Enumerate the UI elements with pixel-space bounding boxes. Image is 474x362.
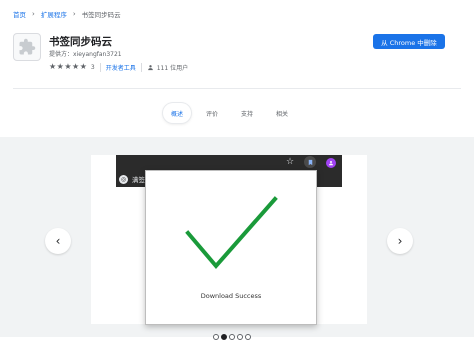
user-icon [147,64,154,71]
extension-icon [304,156,316,168]
user-count: 111 位用户 [156,64,189,72]
extension-title: 书签同步码云 [49,36,112,48]
tab-overview[interactable]: 概述 [163,103,191,123]
bookmark-star-icon: ☆ [286,157,295,167]
tab-support[interactable]: 支持 [233,103,261,123]
star-icon: ★ [49,62,57,71]
carousel-next-button[interactable]: › [387,228,413,254]
globe-icon: ◎ [119,174,128,184]
extension-provider: 提供方：xieyangfan3721 [49,51,122,58]
star-icon: ★ [56,62,64,71]
extension-puzzle-icon [13,33,41,61]
tab-reviews[interactable]: 评价 [198,103,226,123]
site-label: ◎ 满签 [119,174,145,184]
carousel-dot[interactable] [245,334,251,340]
divider [140,62,142,72]
extension-meta-row: ★ ★ ★ ★ ★ 3 开发者工具 111 位用户 [49,62,188,72]
chevron-right-icon: › [72,10,76,18]
header-divider [13,88,461,89]
breadcrumb-home-link[interactable]: 首页 [13,9,26,19]
chevron-right-icon: › [32,10,35,18]
avatar-icon [326,158,336,168]
breadcrumb: 首页 › 扩展程序 › 书签同步码云 [13,9,121,19]
breadcrumb-extensions-link[interactable]: 扩展程序 [41,9,67,19]
tab-related[interactable]: 相关 [268,103,296,123]
rating-stars: ★ ★ ★ ★ ★ [49,63,87,71]
download-success-text: Download Success [200,292,262,300]
breadcrumb-current: 书签同步码云 [81,11,121,19]
carousel-pagination [213,334,251,340]
carousel-prev-button[interactable]: ‹ [45,228,71,254]
carousel-dot[interactable] [237,334,243,340]
download-popup [145,170,317,325]
divider [99,62,101,72]
remove-from-chrome-button[interactable]: 从 Chrome 中删除 [373,34,445,49]
detail-tabs: 概述 评价 支持 相关 [0,103,474,123]
chevron-left-icon: ‹ [55,234,61,248]
carousel-dot[interactable] [229,334,235,340]
carousel-dot[interactable] [213,334,219,340]
chevron-right-icon: › [397,234,403,248]
carousel-dot[interactable] [221,334,227,340]
star-icon: ★ [72,62,80,71]
star-icon: ★ [64,62,72,71]
checkmark-icon [185,196,278,270]
site-label-text: 满签 [132,176,145,184]
star-icon: ★ [79,62,87,71]
category-link[interactable]: 开发者工具 [106,63,136,72]
rating-count[interactable]: 3 [91,64,95,71]
